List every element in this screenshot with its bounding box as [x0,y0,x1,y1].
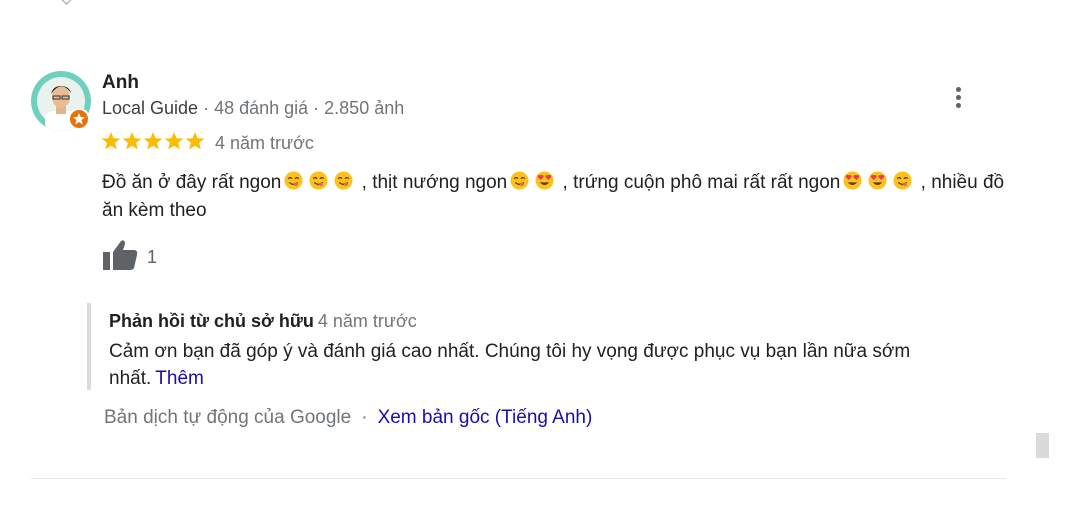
local-guide-label: Local Guide [102,98,199,118]
rating-stars [101,131,205,153]
owner-reply-time: 4 năm trước [317,311,417,331]
owner-reply-body: Cảm ơn bạn đã góp ý và đánh giá cao nhất… [109,338,949,392]
more-options-icon[interactable] [943,84,973,110]
thumbs-up-icon[interactable] [102,238,138,272]
reviewer-name[interactable]: Anh [102,72,139,94]
heart-eyes-emoji-icon [535,171,554,190]
star-icon [185,132,205,150]
heart-eyes-emoji-icon [868,171,887,190]
collapse-chevron-icon [60,0,73,5]
owner-reply-text: Cảm ơn bạn đã góp ý và đánh giá cao nhất… [109,341,911,389]
reviewer-stats: · 48 đánh giá · 2.850 ảnh [198,98,405,118]
yum-emoji-icon [309,171,328,190]
review-divider [31,478,1006,479]
translation-note: Bản dịch tự động của Google [104,407,352,428]
star-icon [164,132,184,150]
yum-emoji-icon [510,171,529,190]
star-icon [122,132,142,150]
review-text: Đồ ăn ở đây rất ngon , thịt nướng ngon ,… [102,169,1007,225]
reviewer-meta: Local Guide · 48 đánh giá · 2.850 ảnh [102,98,404,119]
review-text-part-1: Đồ ăn ở đây rất ngon [102,172,282,193]
like-count: 1 [147,247,158,267]
translation-separator: · [361,407,368,428]
show-more-link[interactable]: Thêm [155,368,204,389]
local-guide-badge-icon [68,108,90,130]
yum-emoji-icon [334,171,353,190]
owner-reply: Phản hồi từ chủ sở hữu 4 năm trước Cảm ơn… [87,303,951,390]
reviewer-avatar[interactable] [31,71,91,131]
heart-eyes-emoji-icon [843,171,862,190]
star-icon [101,132,121,150]
translation-bar: Bản dịch tự động của Google · Xem bản gốc … [104,407,592,429]
scrollbar-thumb[interactable] [1036,433,1049,458]
yum-emoji-icon [893,171,912,190]
yum-emoji-icon [284,171,303,190]
view-original-link[interactable]: Xem bản gốc (Tiếng Anh) [378,407,593,428]
owner-reply-label: Phản hồi từ chủ sở hữu [109,311,314,331]
review-text-part-2: , thịt nướng ngon [356,172,508,193]
star-icon [143,132,163,150]
review-time: 4 năm trước [215,133,314,153]
review-text-part-3: , trứng cuộn phô mai rất rất ngon [557,172,841,193]
owner-reply-header: Phản hồi từ chủ sở hữu 4 năm trước [109,311,417,332]
